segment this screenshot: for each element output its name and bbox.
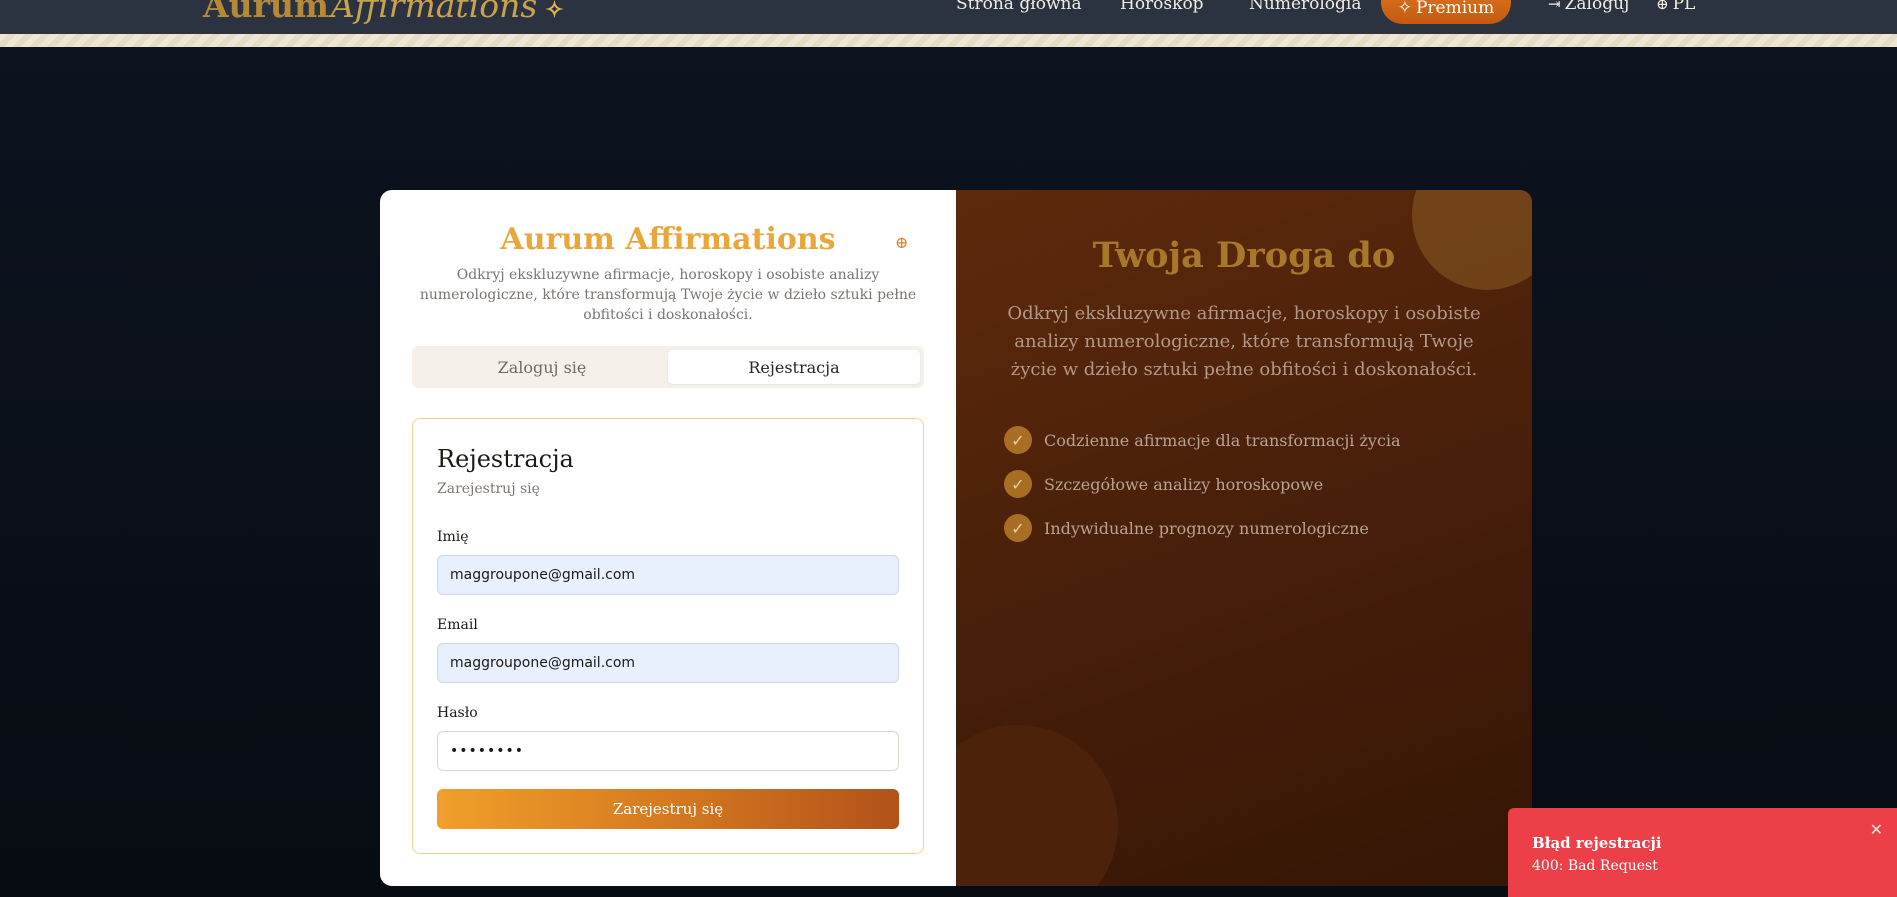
promo-description: Odkryj ekskluzywne afirmacje, horoskopy … — [1007, 303, 1481, 380]
name-field[interactable] — [437, 555, 899, 595]
password-field[interactable] — [437, 731, 899, 771]
feature-text: Szczegółowe analizy horoskopowe — [1044, 474, 1324, 494]
globe-icon[interactable]: ⊕ — [895, 233, 908, 252]
top-navigation-bar: Aurum Affirmations ✧ Strona główna Horos… — [0, 0, 1897, 47]
check-icon: ✓ — [1004, 426, 1032, 454]
premium-button[interactable]: ✧ Premium — [1381, 0, 1511, 24]
toast-message: 400: Bad Request — [1532, 858, 1658, 874]
form-heading: Rejestracja — [437, 445, 574, 473]
toast-title: Błąd rejestracji — [1532, 834, 1662, 852]
login-icon: ⇥ — [1548, 0, 1561, 13]
registration-form: Rejestracja Zarejestruj się Imię Email H… — [412, 418, 924, 854]
register-button[interactable]: Zarejestruj się — [437, 789, 899, 829]
auth-card: Aurum Affirmations ⊕ Odkryj ekskluzywne … — [380, 190, 1532, 886]
nav-horoscope[interactable]: Horoskop — [1120, 0, 1204, 15]
main-nav: Strona główna Horoskop Numerologia ✧ Pre… — [0, 0, 1897, 24]
feature-list: ✓ Codzienne afirmacje dla transformacji … — [1004, 418, 1504, 550]
email-field[interactable] — [437, 643, 899, 683]
feature-text: Codzienne afirmacje dla transformacji ży… — [1044, 430, 1401, 450]
check-icon: ✓ — [1004, 470, 1032, 498]
promo-title: Twoja Droga do — [1092, 235, 1396, 276]
nav-numerology[interactable]: Numerologia — [1249, 0, 1362, 15]
language-switcher[interactable]: ⊕ PL — [1656, 0, 1695, 15]
name-label: Imię — [437, 529, 469, 545]
email-label: Email — [437, 617, 478, 633]
feature-text: Indywidualne prognozy numerologiczne — [1044, 518, 1369, 538]
auth-panel: Aurum Affirmations ⊕ Odkryj ekskluzywne … — [380, 190, 956, 886]
decorative-circle — [956, 725, 1118, 886]
nav-home[interactable]: Strona główna — [956, 0, 1082, 15]
list-item: ✓ Szczegółowe analizy horoskopowe — [1004, 462, 1504, 506]
tab-register[interactable]: Rejestracja — [668, 350, 920, 384]
error-toast: ✕ Błąd rejestracji 400: Bad Request — [1508, 808, 1897, 897]
list-item: ✓ Indywidualne prognozy numerologiczne — [1004, 506, 1504, 550]
auth-subtitle: Odkryj ekskluzywne afirmacje, horoskopy … — [419, 267, 917, 323]
language-label: PL — [1672, 0, 1696, 14]
password-label: Hasło — [437, 705, 478, 721]
check-icon: ✓ — [1004, 514, 1032, 542]
auth-tabs: Zaloguj się Rejestracja — [412, 346, 924, 388]
sparkle-icon: ✧ — [1397, 0, 1412, 18]
globe-icon: ⊕ — [1656, 0, 1669, 13]
form-subheading: Zarejestruj się — [437, 481, 540, 497]
close-icon[interactable]: ✕ — [1870, 820, 1883, 839]
premium-label: Premium — [1415, 0, 1495, 18]
decorative-stripe — [0, 34, 1897, 47]
list-item: ✓ Codzienne afirmacje dla transformacji … — [1004, 418, 1504, 462]
promo-panel: Twoja Droga do Odkryj ekskluzywne afirma… — [956, 190, 1532, 886]
auth-title: Aurum Affirmations — [500, 222, 836, 257]
nav-login-label: Zaloguj — [1564, 0, 1630, 14]
tab-login[interactable]: Zaloguj się — [416, 350, 668, 384]
nav-login[interactable]: ⇥ Zaloguj — [1548, 0, 1629, 15]
